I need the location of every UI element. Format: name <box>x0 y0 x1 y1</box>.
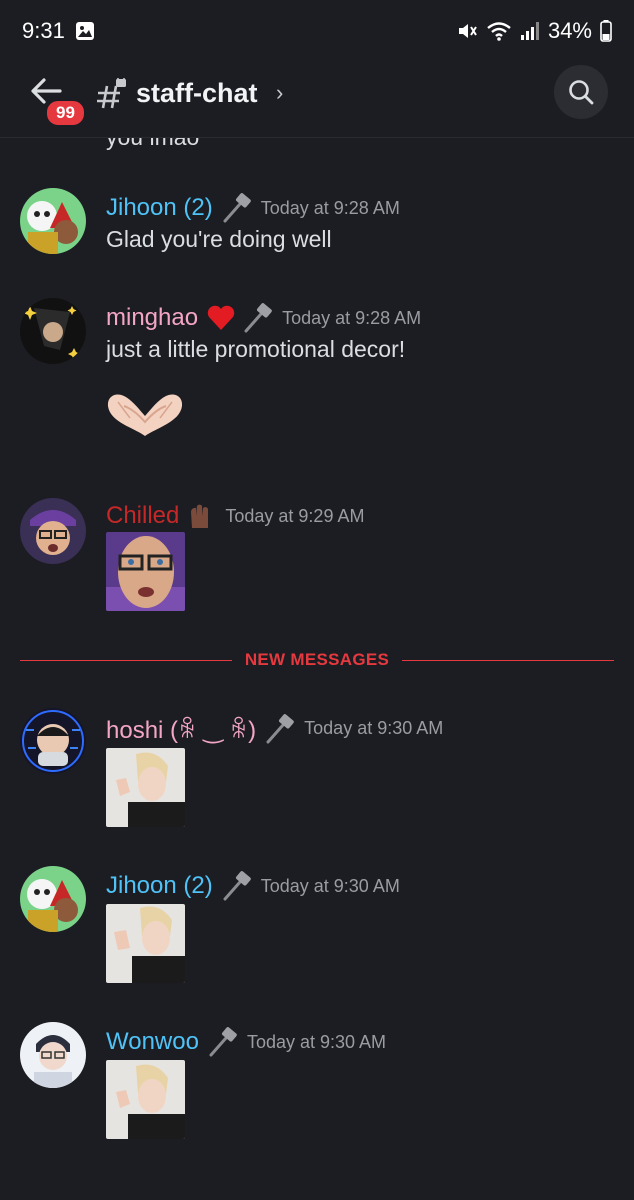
timestamp: Today at 9:30 AM <box>304 718 444 738</box>
heart-hands-emoji-icon[interactable] <box>104 388 186 445</box>
gallery-icon <box>75 21 95 41</box>
username[interactable]: Chilled <box>106 502 179 530</box>
search-icon <box>569 80 594 105</box>
mute-icon <box>456 20 478 42</box>
chevron-right-icon[interactable]: › <box>276 80 283 106</box>
username[interactable]: hoshi (ꆜ ‿ ꆜ) <box>106 712 256 745</box>
timestamp: Today at 9:30 AM <box>246 1031 387 1052</box>
timestamp: Today at 9:30 AM <box>260 875 400 896</box>
image-attachment[interactable] <box>106 1060 185 1139</box>
discord-channel-screen: 9:31 34% 99 staff-chat › Jihoon (2) Toda… <box>0 0 634 1200</box>
avatar[interactable] <box>20 1022 86 1088</box>
username[interactable]: Jihoon (2) <box>106 194 213 222</box>
avatar[interactable] <box>20 188 86 254</box>
hammer-badge-icon <box>221 870 253 902</box>
guild-tag-icon <box>187 502 213 530</box>
timestamp: Today at 9:28 AM <box>260 197 400 218</box>
channel-header: 99 staff-chat › <box>0 62 634 138</box>
unread-badge: 99 <box>44 98 87 128</box>
status-bar: 9:31 34% <box>0 0 634 62</box>
username[interactable]: Wonwoo <box>106 1028 199 1056</box>
battery-percent: 34% <box>547 18 592 43</box>
wifi-icon <box>486 20 512 42</box>
signal-icon <box>520 21 540 41</box>
avatar[interactable] <box>20 498 86 564</box>
avatar[interactable] <box>20 708 86 774</box>
message-list[interactable]: you lmao Jihoon (2) Today at 9:28 AM Gla… <box>0 138 634 1200</box>
message-text: just a little promotional decor! <box>106 336 406 362</box>
message-text: you lmao <box>106 138 199 151</box>
hammer-badge-icon <box>264 713 296 745</box>
battery-icon <box>600 20 612 42</box>
private-channel-hash-icon <box>94 74 128 117</box>
red-heart-icon <box>206 304 236 332</box>
new-messages-divider: NEW MESSAGES <box>20 650 614 669</box>
hammer-badge-icon <box>242 302 274 334</box>
new-messages-label: NEW MESSAGES <box>244 650 390 669</box>
username[interactable]: Jihoon (2) <box>106 872 213 900</box>
avatar[interactable] <box>20 866 86 932</box>
image-attachment[interactable] <box>106 532 185 611</box>
image-attachment[interactable] <box>106 748 185 827</box>
hammer-badge-icon <box>207 1026 239 1058</box>
timestamp: Today at 9:29 AM <box>225 505 365 526</box>
image-attachment[interactable] <box>106 904 185 983</box>
channel-title[interactable]: staff-chat <box>136 78 258 109</box>
hammer-badge-icon <box>221 192 253 224</box>
timestamp: Today at 9:28 AM <box>282 307 422 328</box>
search-button[interactable] <box>554 65 608 119</box>
status-time: 9:31 <box>22 18 65 43</box>
message-text: Glad you're doing well <box>106 226 332 252</box>
username[interactable]: minghao <box>106 304 198 332</box>
avatar[interactable] <box>20 298 86 364</box>
